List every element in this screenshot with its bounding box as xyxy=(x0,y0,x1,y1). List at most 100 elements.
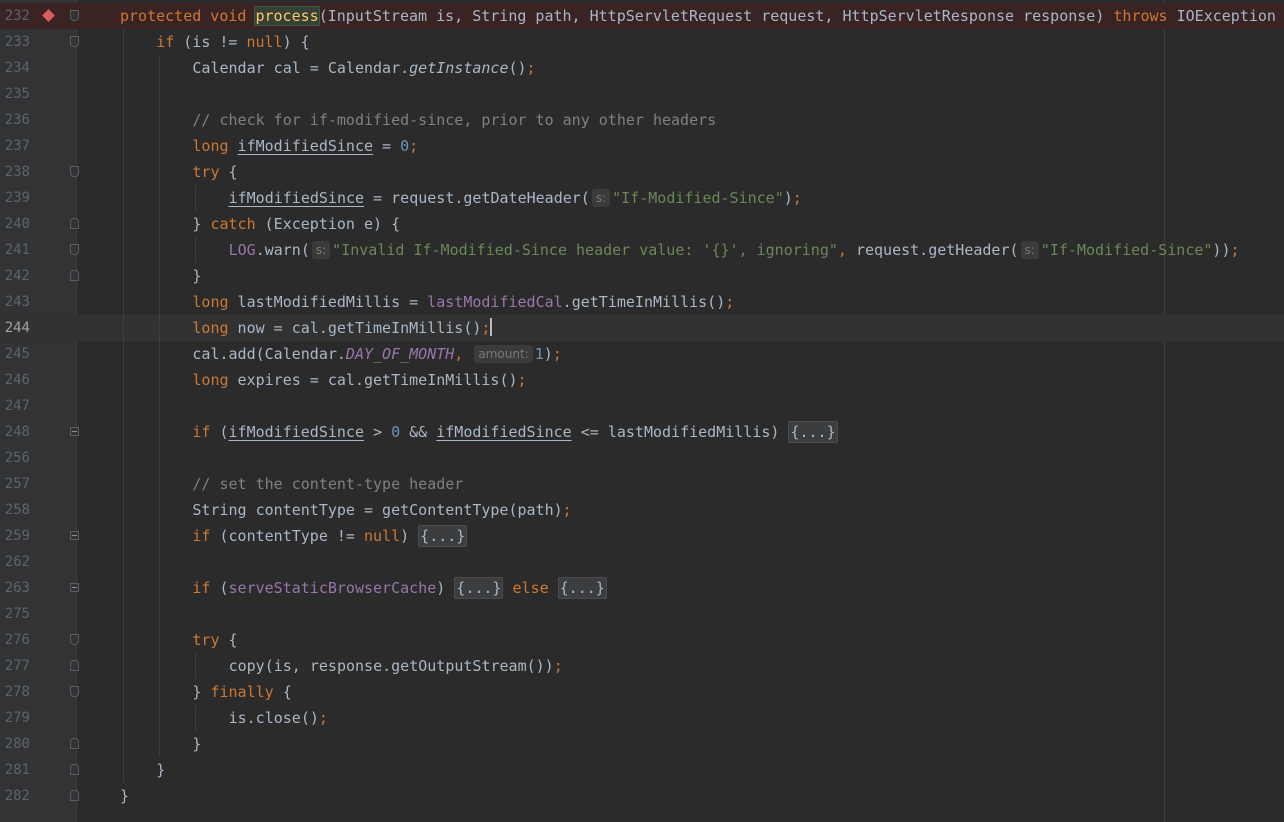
code-line[interactable]: 262 xyxy=(0,549,1284,575)
line-number[interactable]: 281 xyxy=(4,757,30,783)
line-number[interactable]: 279 xyxy=(4,705,30,731)
code-text[interactable]: ifModifiedSince = request.getDateHeader(… xyxy=(229,185,802,211)
line-number[interactable]: 235 xyxy=(4,81,30,107)
method-name-highlight[interactable]: process xyxy=(254,6,320,26)
code-text[interactable]: is.close(); xyxy=(229,705,328,731)
fold-expand-icon[interactable] xyxy=(70,427,79,436)
line-number[interactable]: 240 xyxy=(4,211,30,237)
code-text[interactable]: long ifModifiedSince = 0; xyxy=(192,133,418,159)
code-text[interactable]: } xyxy=(192,731,201,757)
code-line[interactable]: 241 LOG.warn(s: "Invalid If-Modified-Since… xyxy=(0,237,1284,263)
fold-collapse-icon[interactable] xyxy=(70,10,79,21)
code-line[interactable]: 258 String contentType = getContentType(p… xyxy=(0,497,1284,523)
code-line[interactable]: 278 } finally { xyxy=(0,679,1284,705)
code-line[interactable]: 276 try { xyxy=(0,627,1284,653)
code-text[interactable]: long expires = cal.getTimeInMillis(); xyxy=(192,367,526,393)
code-line[interactable]: 239 ifModifiedSince = request.getDateHead… xyxy=(0,185,1284,211)
code-text[interactable]: } xyxy=(156,757,165,783)
fold-collapse-icon[interactable] xyxy=(70,218,79,229)
code-text[interactable]: cal.add(Calendar.DAY_OF_MONTH, amount: 1)… xyxy=(192,341,562,367)
code-text[interactable]: } catch (Exception e) { xyxy=(192,211,400,237)
line-number[interactable]: 258 xyxy=(4,497,30,523)
code-text[interactable]: try { xyxy=(192,159,237,185)
line-number[interactable]: 262 xyxy=(4,549,30,575)
code-text[interactable]: String contentType = getContentType(path… xyxy=(192,497,571,523)
fold-expand-icon[interactable] xyxy=(70,583,79,592)
line-number[interactable]: 256 xyxy=(4,445,30,471)
folded-code-region[interactable]: {...} xyxy=(557,577,607,599)
code-line[interactable]: 236 // check for if-modified-since, prior… xyxy=(0,107,1284,133)
folded-code-region[interactable]: {...} xyxy=(418,525,468,547)
code-text[interactable]: protected void process(InputStream is, S… xyxy=(120,3,1284,29)
code-line[interactable]: 232 protected void process(InputStream is… xyxy=(0,3,1284,29)
line-number[interactable]: 232 xyxy=(4,3,30,29)
code-line[interactable]: 247 xyxy=(0,393,1284,419)
line-number[interactable]: 236 xyxy=(4,107,30,133)
folded-code-region[interactable]: {...} xyxy=(454,577,504,599)
fold-collapse-icon[interactable] xyxy=(70,764,79,775)
code-text[interactable]: } xyxy=(120,783,129,809)
code-line[interactable]: 279 is.close(); xyxy=(0,705,1284,731)
line-number[interactable]: 275 xyxy=(4,601,30,627)
fold-collapse-icon[interactable] xyxy=(70,790,79,801)
code-line[interactable]: 282} xyxy=(0,783,1284,809)
code-line[interactable]: 263 if (serveStaticBrowserCache) {...} el… xyxy=(0,575,1284,601)
code-text[interactable]: } finally { xyxy=(192,679,291,705)
fold-collapse-icon[interactable] xyxy=(70,270,79,281)
line-number[interactable]: 248 xyxy=(4,419,30,445)
code-line[interactable]: 281} xyxy=(0,757,1284,783)
code-text[interactable]: // check for if-modified-since, prior to… xyxy=(192,107,716,133)
line-number[interactable]: 259 xyxy=(4,523,30,549)
code-line[interactable]: 257 // set the content-type header xyxy=(0,471,1284,497)
code-text[interactable]: long now = cal.getTimeInMillis(); xyxy=(192,315,493,341)
code-editor[interactable]: 232 protected void process(InputStream is… xyxy=(0,0,1284,822)
code-line[interactable]: 245 cal.add(Calendar.DAY_OF_MONTH, amount… xyxy=(0,341,1284,367)
line-number[interactable]: 246 xyxy=(4,367,30,393)
code-line[interactable]: 242} xyxy=(0,263,1284,289)
folded-code-region[interactable]: {...} xyxy=(788,421,838,443)
code-line[interactable]: 244 long now = cal.getTimeInMillis(); xyxy=(0,315,1284,341)
code-line[interactable]: 275 xyxy=(0,601,1284,627)
line-number[interactable]: 276 xyxy=(4,627,30,653)
code-line[interactable]: 277 copy(is, response.getOutputStream()); xyxy=(0,653,1284,679)
code-text[interactable]: long lastModifiedMillis = lastModifiedCa… xyxy=(192,289,734,315)
fold-collapse-icon[interactable] xyxy=(70,660,79,671)
code-text[interactable]: if (is != null) { xyxy=(156,29,310,55)
line-number[interactable]: 234 xyxy=(4,55,30,81)
line-number[interactable]: 242 xyxy=(4,263,30,289)
line-number[interactable]: 280 xyxy=(4,731,30,757)
code-line[interactable]: 238 try { xyxy=(0,159,1284,185)
code-line[interactable]: 243 long lastModifiedMillis = lastModifie… xyxy=(0,289,1284,315)
code-line[interactable]: 235 xyxy=(0,81,1284,107)
code-text[interactable]: LOG.warn(s: "Invalid If-Modified-Since he… xyxy=(229,237,1240,263)
code-line[interactable]: 248 if (ifModifiedSince > 0 && ifModified… xyxy=(0,419,1284,445)
code-text[interactable]: } xyxy=(192,263,201,289)
fold-collapse-icon[interactable] xyxy=(70,738,79,749)
line-number[interactable]: 247 xyxy=(4,393,30,419)
fold-expand-icon[interactable] xyxy=(70,531,79,540)
code-text[interactable]: if (ifModifiedSince > 0 && ifModifiedSin… xyxy=(192,419,838,445)
code-text[interactable]: // set the content-type header xyxy=(192,471,463,497)
fold-collapse-icon[interactable] xyxy=(70,634,79,645)
line-number[interactable]: 244 xyxy=(4,315,30,341)
code-line[interactable]: 233 if (is != null) { xyxy=(0,29,1284,55)
line-number[interactable]: 282 xyxy=(4,783,30,809)
line-number[interactable]: 238 xyxy=(4,159,30,185)
line-number[interactable]: 237 xyxy=(4,133,30,159)
line-number[interactable]: 278 xyxy=(4,679,30,705)
fold-collapse-icon[interactable] xyxy=(70,686,79,697)
fold-collapse-icon[interactable] xyxy=(70,244,79,255)
code-line[interactable]: 237 long ifModifiedSince = 0; xyxy=(0,133,1284,159)
line-number[interactable]: 233 xyxy=(4,29,30,55)
code-line[interactable]: 259 if (contentType != null) {...} xyxy=(0,523,1284,549)
code-line[interactable]: 280} xyxy=(0,731,1284,757)
fold-collapse-icon[interactable] xyxy=(70,36,79,47)
code-text[interactable]: if (contentType != null) {...} xyxy=(192,523,468,549)
line-number[interactable]: 257 xyxy=(4,471,30,497)
code-text[interactable]: if (serveStaticBrowserCache) {...} else … xyxy=(192,575,607,601)
code-line[interactable]: 256 xyxy=(0,445,1284,471)
code-text[interactable]: copy(is, response.getOutputStream()); xyxy=(229,653,563,679)
line-number[interactable]: 277 xyxy=(4,653,30,679)
code-line[interactable]: 246 long expires = cal.getTimeInMillis(); xyxy=(0,367,1284,393)
code-text[interactable]: Calendar cal = Calendar.getInstance(); xyxy=(192,55,535,81)
